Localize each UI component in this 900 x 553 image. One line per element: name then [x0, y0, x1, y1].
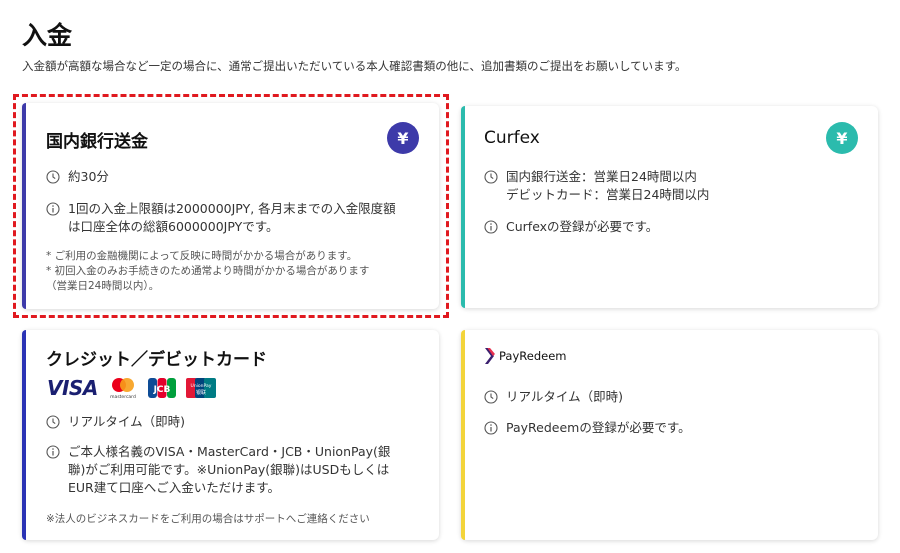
- limit-info: 1回の入金上限額は2000000JPY, 各月末までの入金限度額 は口座全体の総…: [46, 200, 396, 236]
- deposit-option-curfex[interactable]: Curfex ¥ 国内銀行送金：営業日24時間以内 デビットカード：営業日24時…: [461, 106, 878, 308]
- card-usage-line: EUR建て口座へご入金いただけます。: [68, 480, 280, 495]
- payredeem-logo-text: PayRedeem: [499, 349, 567, 363]
- business-card-note: ※法人のビジネスカードをご利用の場合はサポートへご連絡ください: [46, 513, 370, 525]
- processing-time-line: 国内銀行送金：営業日24時間以内: [506, 169, 697, 184]
- visa-logo: VISA: [47, 376, 98, 400]
- info-icon: [46, 445, 60, 459]
- note-line: （営業日24時間以内）。: [46, 280, 160, 292]
- note-line: * 初回入金のみお手続きのため通常より時間がかかる場合があります: [46, 265, 370, 277]
- processing-time: 国内銀行送金：営業日24時間以内 デビットカード：営業日24時間以内: [484, 168, 709, 204]
- card-usage-line: ご本人様名義のVISA・MasterCard・JCB・UnionPay(銀: [68, 444, 391, 459]
- unionpay-sub-text: 银联: [196, 389, 206, 396]
- card-accent-bar: [22, 330, 26, 540]
- registration-info: Curfexの登録が必要です。: [484, 218, 658, 236]
- info-icon: [484, 421, 498, 435]
- processing-time: 約30分: [46, 168, 109, 186]
- limit-info-line: は口座全体の総額6000000JPYです。: [68, 219, 279, 234]
- payredeem-mark-icon: [485, 348, 495, 364]
- processing-time: リアルタイム（即時): [46, 413, 185, 431]
- card-usage-line: 聯)がご利用可能です。※UnionPay(銀聯)はUSDもしくは: [68, 462, 390, 477]
- mastercard-caption: mastercard: [110, 394, 136, 399]
- domestic-notes: * ご利用の金融機関によって反映に時間がかかる場合があります。 * 初回入金のみ…: [46, 249, 369, 294]
- deposit-option-domestic-bank[interactable]: 国内銀行送金 ¥ 約30分 1回の入金上限額は2000000JPY, 各月末まで…: [22, 103, 439, 309]
- processing-time-text: リアルタイム（即時): [68, 414, 186, 429]
- processing-time-text: リアルタイム（即時): [506, 389, 624, 404]
- yen-icon: ¥: [387, 122, 419, 154]
- page-title: 入金: [22, 21, 73, 50]
- card-brand-logos: VISA mastercard JCB UnionPay 银联: [47, 376, 216, 400]
- card-accent-bar: [461, 330, 465, 540]
- page-description: 入金額が高額な場合など一定の場合に、通常ご提出いただいている本人確認書類の他に、…: [22, 59, 687, 73]
- mastercard-logo: mastercard: [110, 378, 136, 399]
- clock-icon: [484, 390, 498, 404]
- jcb-text: JCB: [152, 385, 170, 395]
- registration-info: PayRedeemの登録が必要です。: [484, 419, 691, 437]
- deposit-option-credit-card[interactable]: クレジット／デビットカード リアルタイム（即時) ご本人様名義のVISA・Mas…: [22, 330, 439, 540]
- clock-icon: [484, 170, 498, 184]
- yen-icon: ¥: [826, 122, 858, 154]
- limit-info-line: 1回の入金上限額は2000000JPY, 各月末までの入金限度額: [68, 201, 396, 216]
- card-usage-info: ご本人様名義のVISA・MasterCard・JCB・UnionPay(銀 聯)…: [46, 443, 390, 497]
- processing-time: リアルタイム（即時): [484, 388, 623, 406]
- payredeem-logo: PayRedeem: [484, 347, 566, 365]
- card-accent-bar: [22, 103, 26, 309]
- card-accent-bar: [461, 106, 465, 308]
- clock-icon: [46, 170, 60, 184]
- card-title: クレジット／デビットカード: [46, 350, 267, 370]
- processing-time-line: デビットカード：営業日24時間以内: [506, 187, 710, 202]
- unionpay-text: UnionPay: [190, 383, 211, 389]
- registration-info-text: PayRedeemの登録が必要です。: [506, 420, 691, 435]
- processing-time-text: 約30分: [68, 169, 109, 184]
- card-title: 国内銀行送金: [46, 132, 148, 152]
- jcb-logo: JCB: [147, 378, 176, 398]
- info-icon: [46, 202, 60, 216]
- note-line: * ご利用の金融機関によって反映に時間がかかる場合があります。: [46, 250, 358, 262]
- info-icon: [484, 220, 498, 234]
- clock-icon: [46, 415, 60, 429]
- registration-info-text: Curfexの登録が必要です。: [506, 219, 659, 234]
- card-title: Curfex: [484, 128, 540, 148]
- unionpay-logo: UnionPay 银联: [185, 378, 216, 398]
